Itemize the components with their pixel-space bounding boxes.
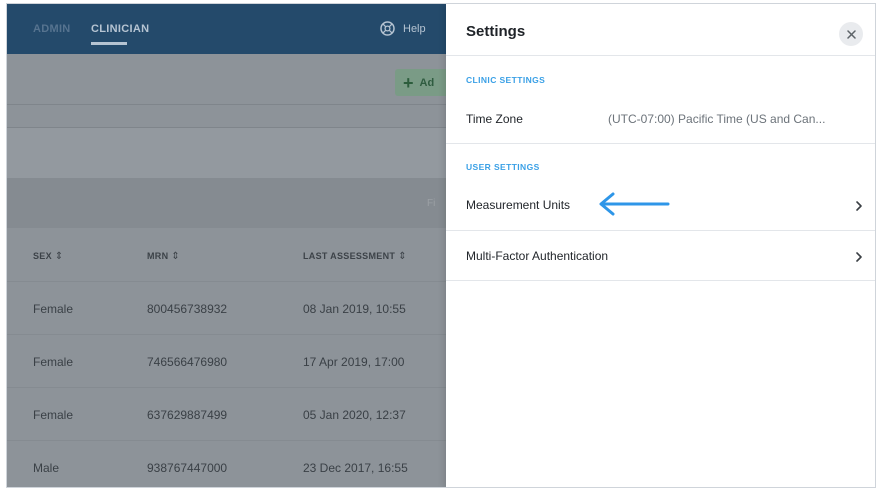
cell-mrn: 800456738932	[147, 302, 228, 316]
tab-admin[interactable]: ADMIN	[33, 23, 71, 35]
column-header-last-assessment[interactable]: LAST ASSESSMENT ⇕	[303, 251, 407, 262]
cell-mrn: 938767447000	[147, 461, 228, 475]
tab-clinician[interactable]: CLINICIAN	[91, 23, 149, 35]
divider	[446, 280, 875, 281]
cell-last-assessment: 17 Apr 2019, 17:00	[303, 355, 405, 369]
settings-header: Settings	[446, 4, 875, 56]
settings-panel: Settings CLINIC SETTINGS Time Zone (UTC-…	[446, 4, 875, 487]
active-tab-indicator	[91, 42, 127, 45]
divider	[446, 230, 875, 231]
cell-sex: Female	[33, 408, 74, 422]
chevron-right-icon	[856, 201, 862, 211]
add-button-label: Ad	[419, 76, 435, 89]
help-label: Help	[403, 22, 426, 35]
clinic-settings-heading: CLINIC SETTINGS	[466, 75, 546, 85]
help-link[interactable]: Help	[380, 21, 426, 36]
cell-last-assessment: 08 Jan 2019, 10:55	[303, 302, 406, 316]
app-window: ADMIN CLINICIAN Help + Ad Fi SEX ⇕ MRN ⇕…	[6, 3, 876, 488]
time-zone-label: Time Zone	[466, 112, 523, 126]
settings-title: Settings	[466, 23, 526, 40]
mfa-label: Multi-Factor Authentication	[466, 249, 609, 263]
user-settings-heading: USER SETTINGS	[466, 162, 540, 172]
sort-icon: ⇕	[398, 251, 407, 262]
close-icon	[846, 29, 856, 39]
time-zone-value[interactable]: (UTC-07:00) Pacific Time (US and Can...	[608, 112, 825, 126]
cell-mrn: 746566476980	[147, 355, 228, 369]
column-header-mrn[interactable]: MRN ⇕	[147, 251, 180, 262]
column-header-sex[interactable]: SEX ⇕	[33, 251, 64, 262]
cell-last-assessment: 05 Jan 2020, 12:37	[303, 408, 406, 422]
cell-sex: Male	[33, 461, 60, 475]
help-globe-icon	[380, 21, 395, 36]
measurement-units-label: Measurement Units	[466, 198, 571, 212]
cell-last-assessment: 23 Dec 2017, 16:55	[303, 461, 408, 475]
sort-icon: ⇕	[54, 251, 64, 262]
chevron-right-icon	[856, 252, 862, 262]
cell-sex: Female	[33, 302, 74, 316]
divider	[446, 143, 875, 144]
filter-hint: Fi	[427, 198, 436, 209]
cell-mrn: 637629887499	[147, 408, 228, 422]
cell-sex: Female	[33, 355, 74, 369]
annotation-arrow-icon	[599, 192, 670, 216]
close-button[interactable]	[839, 22, 863, 46]
plus-icon: +	[403, 72, 414, 93]
sort-icon: ⇕	[171, 251, 181, 262]
